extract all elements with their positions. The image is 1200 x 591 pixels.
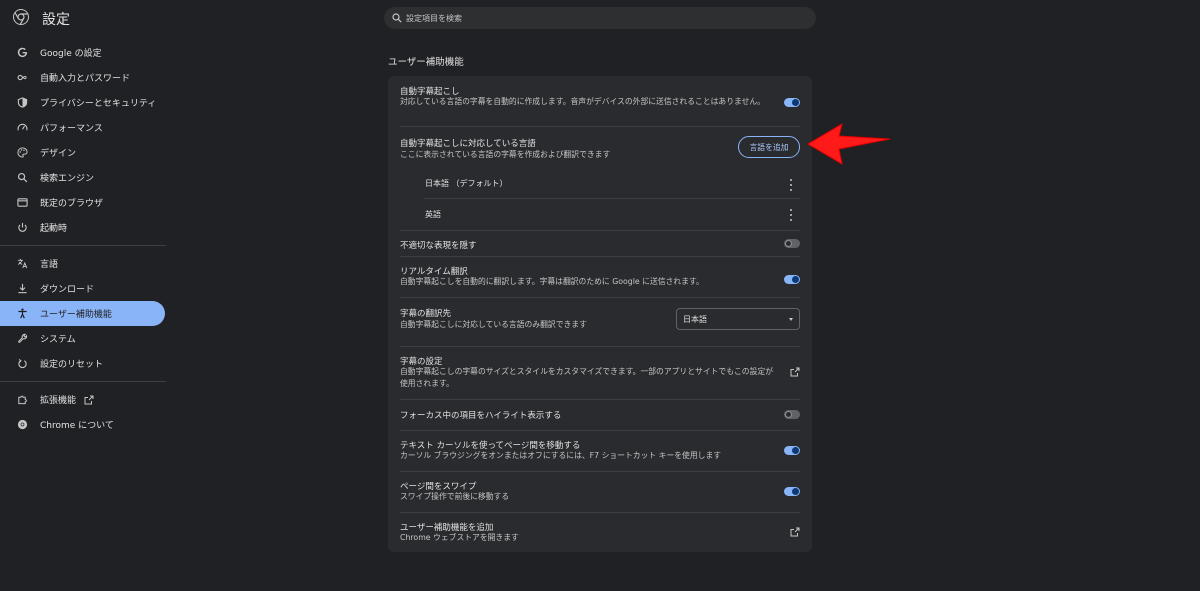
focus-highlight-row[interactable]: フォーカス中の項目をハイライト表示する xyxy=(388,400,812,430)
section-title: ユーザー補助機能 xyxy=(388,57,464,68)
sidebar-item-label: 設定のリセット xyxy=(40,360,104,370)
accessibility-icon xyxy=(17,308,27,319)
row-divider xyxy=(424,198,800,199)
caret-browsing-description: カーソル ブラウジングをオンまたはオフにするには、F7 ショートカット キーを使… xyxy=(400,451,722,460)
sidebar-item-performance[interactable]: パフォーマンス xyxy=(0,115,168,140)
sidebar-item-downloads[interactable]: ダウンロード xyxy=(0,276,168,301)
language-list-item: 英語 xyxy=(388,200,812,228)
caption-settings-row[interactable]: 字幕の設定 自動字幕起こしの字幕のサイズとスタイルをカスタマイズできます。一部の… xyxy=(388,347,812,399)
add-language-button[interactable]: 言語を追加 xyxy=(738,136,800,158)
sidebar-nav: Google の設定 自動入力とパスワード プライバシーとセキュリティ パフォー… xyxy=(0,40,168,437)
sidebar-item-label: 拡張機能 xyxy=(40,396,77,406)
translate-target-row: 字幕の翻訳先 自動字幕起こしに対応している言語のみ翻訳できます 日本語 xyxy=(388,298,812,346)
sidebar-item-label: ダウンロード xyxy=(40,285,95,295)
caret-browsing-toggle[interactable] xyxy=(784,446,800,455)
sidebar-item-label: デザイン xyxy=(40,149,77,159)
translate-target-title: 字幕の翻訳先 xyxy=(400,309,452,319)
sidebar-item-languages[interactable]: 言語 xyxy=(0,251,168,276)
add-accessibility-features-row[interactable]: ユーザー補助機能を追加 Chrome ウェブストアを開きます xyxy=(388,513,812,552)
shield-icon xyxy=(17,97,27,108)
add-accessibility-features-description: Chrome ウェブストアを開きます xyxy=(400,533,519,542)
external-link-icon xyxy=(84,395,94,404)
accessibility-settings-card: 自動字幕起こし 対応している言語の字幕を自動的に作成します。音声がデバイスの外部… xyxy=(388,76,812,552)
translate-target-select[interactable]: 日本語 xyxy=(676,308,800,330)
key-icon xyxy=(17,74,27,81)
more-options-icon[interactable] xyxy=(788,179,794,191)
sidebar-item-label: システム xyxy=(40,335,76,345)
red-annotation-arrow-icon xyxy=(807,122,891,165)
swipe-navigation-toggle[interactable] xyxy=(784,487,800,496)
sidebar-item-on-startup[interactable]: 起動時 xyxy=(0,215,168,240)
power-icon xyxy=(17,222,27,232)
more-options-icon[interactable] xyxy=(788,209,794,221)
focus-highlight-title: フォーカス中の項目をハイライト表示する xyxy=(400,411,562,421)
puzzle-icon xyxy=(17,395,27,405)
wrench-icon xyxy=(17,333,27,343)
translate-icon xyxy=(17,258,27,269)
sidebar-item-autofill[interactable]: 自動入力とパスワード xyxy=(0,65,168,90)
settings-search-bar[interactable] xyxy=(384,7,816,29)
sidebar-divider xyxy=(0,381,166,382)
open-in-new-icon[interactable] xyxy=(790,367,800,377)
palette-icon xyxy=(16,147,28,158)
sidebar-item-label: プライバシーとセキュリティ xyxy=(40,99,157,109)
sidebar-item-appearance[interactable]: デザイン xyxy=(0,140,168,165)
profanity-filter-title: 不適切な表現を隠す xyxy=(400,241,477,251)
caption-languages-description: ここに表示されている言語の字幕を作成および翻訳できます xyxy=(400,150,611,159)
sidebar-item-label: 起動時 xyxy=(40,224,68,234)
sidebar-item-label: パフォーマンス xyxy=(40,124,103,134)
sidebar-item-search-engine[interactable]: 検索エンジン xyxy=(0,165,168,190)
caption-languages-row: 自動字幕起こしに対応している言語 ここに表示されている言語の字幕を作成および翻訳… xyxy=(388,127,812,171)
reset-icon xyxy=(17,358,27,369)
sidebar-item-accessibility[interactable]: ユーザー補助機能 xyxy=(0,301,165,326)
sidebar-item-label: Chrome について xyxy=(40,421,114,431)
focus-highlight-toggle[interactable] xyxy=(784,410,800,419)
chrome-icon xyxy=(17,419,27,430)
sidebar-item-privacy[interactable]: プライバシーとセキュリティ xyxy=(0,90,168,115)
live-translate-toggle[interactable] xyxy=(784,275,800,284)
sidebar-item-label: 既定のブラウザ xyxy=(40,199,104,209)
live-translate-row[interactable]: リアルタイム翻訳 自動字幕起こしを自動的に翻訳します。字幕は翻訳のために Goo… xyxy=(388,257,812,297)
sidebar-item-system[interactable]: システム xyxy=(0,326,168,351)
sidebar-item-label: 言語 xyxy=(40,260,59,270)
language-name: 日本語 （デフォルト） xyxy=(425,179,508,188)
sidebar-item-google[interactable]: Google の設定 xyxy=(0,40,168,65)
caption-languages-title: 自動字幕起こしに対応している言語 xyxy=(400,139,536,149)
sidebar-item-label: 自動入力とパスワード xyxy=(40,74,131,84)
dropdown-arrow-icon xyxy=(789,318,793,321)
live-caption-row[interactable]: 自動字幕起こし 対応している言語の字幕を自動的に作成します。音声がデバイスの外部… xyxy=(388,76,812,126)
google-g-icon xyxy=(17,47,27,58)
sidebar-item-about-chrome[interactable]: Chrome について xyxy=(0,412,168,437)
chrome-logo-icon xyxy=(13,9,29,25)
search-icon xyxy=(392,13,402,23)
live-caption-toggle[interactable] xyxy=(784,98,800,107)
language-list-item: 日本語 （デフォルト） xyxy=(388,171,812,197)
sidebar-item-reset[interactable]: 設定のリセット xyxy=(0,351,168,376)
sidebar-item-label: 検索エンジン xyxy=(40,174,95,184)
language-name: 英語 xyxy=(425,210,441,219)
open-in-new-icon[interactable] xyxy=(790,527,800,537)
live-translate-description: 自動字幕起こしを自動的に翻訳します。字幕は翻訳のために Google に送信され… xyxy=(400,277,704,286)
caret-browsing-row[interactable]: テキスト カーソルを使ってページ間を移動する カーソル ブラウジングをオンまたは… xyxy=(388,431,812,471)
caption-settings-description: 自動字幕起こしの字幕のサイズとスタイルをカスタマイズできます。一部のアプリとサイ… xyxy=(400,367,773,388)
profanity-filter-row[interactable]: 不適切な表現を隠す xyxy=(388,231,812,256)
selected-language: 日本語 xyxy=(683,314,707,324)
search-input[interactable] xyxy=(406,13,786,23)
swipe-navigation-row[interactable]: ページ間をスワイプ スワイプ操作で前後に移動する xyxy=(388,472,812,512)
speedometer-icon xyxy=(17,123,27,131)
browser-window-icon xyxy=(16,198,28,207)
live-caption-description: 対応している言語の字幕を自動的に作成します。音声がデバイスの外部に送信されること… xyxy=(400,97,765,106)
sidebar-item-label: ユーザー補助機能 xyxy=(40,310,112,320)
sidebar-divider xyxy=(0,245,166,246)
profanity-filter-toggle[interactable] xyxy=(784,239,800,248)
sidebar-item-default-browser[interactable]: 既定のブラウザ xyxy=(0,190,168,215)
search-icon xyxy=(17,172,27,183)
download-icon xyxy=(17,283,27,294)
sidebar-item-label: Google の設定 xyxy=(40,49,102,59)
page-title: 設定 xyxy=(42,12,70,28)
sidebar-item-extensions[interactable]: 拡張機能 xyxy=(0,387,168,412)
swipe-navigation-description: スワイプ操作で前後に移動する xyxy=(400,492,510,501)
